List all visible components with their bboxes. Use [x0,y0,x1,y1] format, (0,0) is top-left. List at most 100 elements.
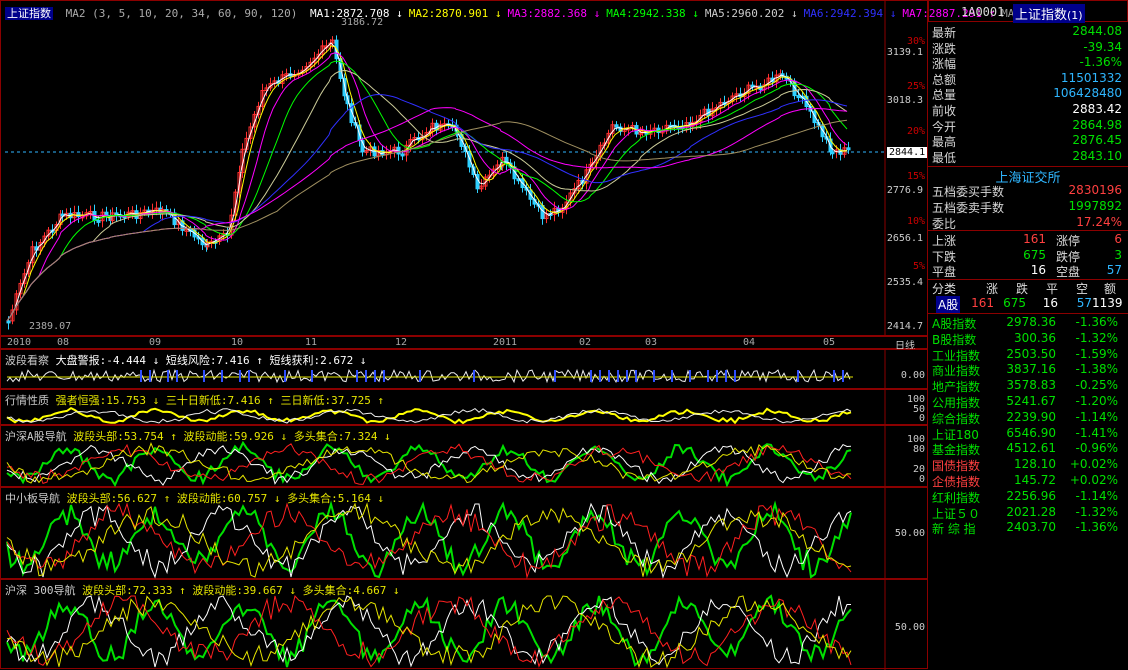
month-tick: 02 [579,337,592,348]
class-header-cell: 涨 [986,282,999,296]
index-row[interactable]: 工业指数 2503.50 -1.59% [928,347,1128,363]
index-row[interactable]: 上证５０ 2021.28 -1.32% [928,505,1128,521]
quote-value: 11501332 [1060,70,1122,85]
index-row[interactable]: 地产指数 3578.83 -0.25% [928,378,1128,394]
order-value: 17.24% [1076,215,1122,229]
index-price: 300.36 [1014,330,1056,345]
breadth-label: 下跌 [932,249,957,264]
candle-body [96,219,101,223]
time-axis: 日线 2010 08 09 10 11 12 2011 02 03 04 05 [0,336,928,352]
index-price: 2978.36 [1006,315,1056,329]
index-name: 综合指数 [932,411,981,426]
class-amount: 1139 [1092,296,1123,310]
index-row[interactable]: 新 综 指 2403.70 -1.36% [928,520,1128,536]
breadth-label: 平盘 [932,265,957,279]
stock-name-text: 上证指数 [1015,8,1068,23]
breadth-row: 下跌 675 跌停 3 [928,248,1128,264]
index-price: 3578.83 [1006,378,1056,393]
month-tick: 09 [149,337,162,348]
month-tick: 2011 [493,337,518,348]
price-tick: 2776.9 [886,185,923,196]
order-label: 五档委买手数 [932,185,1005,199]
month-tick: 11 [305,337,318,348]
quote-value: 106428480 [1053,86,1122,101]
indicator-line [6,368,851,384]
indicator-1-axis: 0.00 [900,370,925,381]
price-tick: 2414.7 [886,321,923,332]
main-chart-panel[interactable]: 上证指数 MA2 (3, 5, 10, 20, 34, 60, 90, 120)… [0,0,1081,337]
index-change: +0.02% [1069,473,1118,487]
index-row[interactable]: 综合指数 2239.90 -1.14% [928,410,1128,426]
month-tick: 03 [645,337,658,348]
class-header-cell: 空 [1076,282,1089,296]
indicator-panel-2[interactable]: 行情性质 强者恒强:15.753 ↓ 三十日新低:7.416 ↑ 三日新低:37… [0,389,928,426]
indicator-3-values: 波段头部:53.754 ↑ 波段动能:59.926 ↓ 多头集合:7.324 ↓ [73,430,391,443]
candle-body [6,320,11,324]
quote-label: 最低 [932,150,957,165]
main-chart-canvas [5,1,886,337]
index-price: 2403.70 [1006,520,1056,535]
indicator-panel-1[interactable]: 波段看察 大盘警报:-4.444 ↓ 短线风险:7.416 ↑ 短线获利:2.6… [0,349,928,390]
index-change: -1.59% [1075,346,1118,361]
indicator-4-name: 中小板导航 [5,492,60,505]
stock-name-suffix: (1) [1067,9,1083,22]
index-row[interactable]: A股指数 2978.36 -1.36% [928,315,1128,331]
price-tick: 2656.1 [886,233,923,244]
breadth-label: 上涨 [932,234,957,248]
month-tick: 08 [57,337,70,348]
index-change: -1.36% [1075,520,1118,535]
breadth-label: 空盘 [1056,265,1081,279]
index-row[interactable]: 上证180 6546.90 -1.41% [928,426,1128,442]
indicator-4-values: 波段头部:56.627 ↑ 波段动能:60.757 ↓ 多头集合:5.164 ↓ [66,492,385,505]
index-row[interactable]: 国债指数 128.10 +0.02% [928,457,1128,473]
indicator-line [6,502,852,578]
month-tick: 05 [823,337,836,348]
index-price: 6546.90 [1006,425,1056,440]
quote-value: -39.34 [1083,39,1122,54]
quote-value: 2883.42 [1072,102,1122,116]
index-row[interactable]: 公用指数 5241.67 -1.20% [928,394,1128,410]
quote-row: 涨幅 -1.36% [928,55,1128,71]
index-change: -1.38% [1075,362,1118,377]
index-title: 上证指数 [5,7,53,20]
indicator-panel-3[interactable]: 沪深A股导航 波段头部:53.754 ↑ 波段动能:59.926 ↓ 多头集合:… [0,425,928,488]
index-row[interactable]: 商业指数 3837.16 -1.38% [928,362,1128,378]
indicator-line [6,502,852,579]
index-price: 2503.50 [1006,346,1056,361]
ma-value-2: MA2:2870.901 ↓ [408,7,502,20]
ma-line-3 [6,52,848,322]
class-header-cell: 额 [1104,282,1117,296]
quote-label: 总量 [932,88,957,103]
index-row[interactable]: 基金指数 4512.61 -0.96% [928,441,1128,457]
class-up: 161 [971,296,994,310]
stock-name[interactable]: 上证指数(1) [1013,4,1085,23]
index-name: 基金指数 [932,443,981,458]
indicator-line [6,502,852,579]
index-row[interactable]: B股指数 300.36 -1.32% [928,331,1128,347]
quote-label: 涨跌 [932,41,957,56]
indicator-panel-5[interactable]: 沪深 300导航 波段头部:72.333 ↑ 波段动能:39.667 ↓ 多头集… [0,579,928,670]
class-table-row[interactable]: A股 161 675 16 57 1139 [928,296,1128,313]
indicator-panel-4[interactable]: 中小板导航 波段头部:56.627 ↑ 波段动能:60.757 ↓ 多头集合:5… [0,487,928,580]
order-row: 五档委卖手数 1997892 [928,199,1128,215]
index-price: 4512.61 [1006,441,1056,456]
index-change: -0.25% [1075,378,1118,393]
pct-tick: 25% [906,81,925,92]
candle-body [846,147,851,151]
breadth-row: 上涨 161 涨停 6 [928,232,1128,248]
breadth-label: 涨停 [1056,234,1081,248]
order-value: 1997892 [1068,199,1122,213]
indicator-line [6,440,852,488]
indicator-line [6,594,852,668]
class-table-header: 分类 涨 跌 平 空 额 [928,280,1128,296]
index-name: 工业指数 [932,348,981,363]
index-change: -1.14% [1075,409,1118,424]
ma-line-1 [6,42,848,322]
quote-row: 涨跌 -39.34 [928,40,1128,56]
candle-body [614,124,619,128]
quote-label: 前收 [932,104,957,118]
month-tick: 04 [743,337,756,348]
index-row[interactable]: 企债指数 145.72 +0.02% [928,473,1128,489]
ma-value-6: MA6:2942.394 ↓ [803,7,897,20]
index-row[interactable]: 红利指数 2256.96 -1.14% [928,489,1128,505]
